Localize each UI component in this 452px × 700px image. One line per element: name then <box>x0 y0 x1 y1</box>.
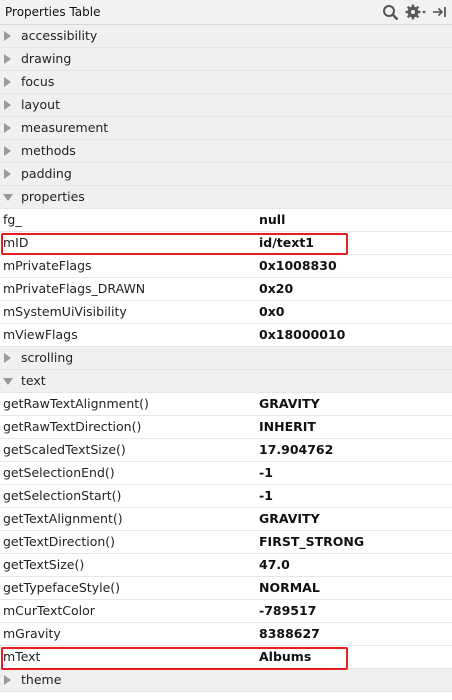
table-row[interactable]: getSelectionStart() -1 <box>0 485 452 508</box>
property-name: getSelectionEnd() <box>3 465 115 480</box>
property-value: Albums <box>259 649 312 664</box>
property-value: 8388627 <box>259 626 320 641</box>
group-label: layout <box>21 97 61 112</box>
property-value: 0x1008830 <box>259 258 337 273</box>
table-row[interactable]: getSelectionEnd() -1 <box>0 462 452 485</box>
property-value: FIRST_STRONG <box>259 534 365 549</box>
property-value: id/text1 <box>259 235 314 250</box>
panel-title: Properties Table <box>5 5 101 19</box>
group-label: measurement <box>21 120 109 135</box>
panel-header: Properties Table <box>0 0 452 25</box>
property-value: 17.904762 <box>259 442 334 457</box>
group-accessibility[interactable]: accessibility <box>0 25 452 48</box>
property-name: mPrivateFlags <box>3 258 92 273</box>
table-row[interactable]: getTypefaceStyle() NORMAL <box>0 577 452 600</box>
properties-table: accessibility drawing focus layout measu… <box>0 25 452 692</box>
table-row[interactable]: mText Albums <box>0 646 452 669</box>
group-layout[interactable]: layout <box>0 94 452 117</box>
group-label: drawing <box>21 51 72 66</box>
expand-arrow-icon[interactable] <box>4 123 11 133</box>
group-methods[interactable]: methods <box>0 140 452 163</box>
group-label: focus <box>21 74 55 89</box>
group-theme[interactable]: theme <box>0 669 452 692</box>
table-row[interactable]: mGravity 8388627 <box>0 623 452 646</box>
gear-icon[interactable] <box>405 3 427 21</box>
property-value: -1 <box>259 488 273 503</box>
group-padding[interactable]: padding <box>0 163 452 186</box>
property-value: 47.0 <box>259 557 290 572</box>
expand-arrow-icon[interactable] <box>4 675 11 685</box>
property-name: getTextDirection() <box>3 534 116 549</box>
group-scrolling[interactable]: scrolling <box>0 347 452 370</box>
property-value: GRAVITY <box>259 396 320 411</box>
table-row[interactable]: mPrivateFlags_DRAWN 0x20 <box>0 278 452 301</box>
table-row[interactable]: mPrivateFlags 0x1008830 <box>0 255 452 278</box>
table-row[interactable]: mID id/text1 <box>0 232 452 255</box>
property-value: 0x20 <box>259 281 294 296</box>
search-icon[interactable] <box>381 3 399 21</box>
property-name: mID <box>3 235 29 250</box>
group-label: accessibility <box>21 28 98 43</box>
group-drawing[interactable]: drawing <box>0 48 452 71</box>
group-measurement[interactable]: measurement <box>0 117 452 140</box>
group-label: methods <box>21 143 76 158</box>
property-value: GRAVITY <box>259 511 320 526</box>
property-name: getScaledTextSize() <box>3 442 126 457</box>
property-value: null <box>259 212 286 227</box>
property-name: mGravity <box>3 626 61 641</box>
property-value: 0x18000010 <box>259 327 346 342</box>
property-name: mPrivateFlags_DRAWN <box>3 281 146 296</box>
collapse-arrow-icon[interactable] <box>3 378 13 385</box>
table-row[interactable]: mSystemUiVisibility 0x0 <box>0 301 452 324</box>
property-name: getRawTextAlignment() <box>3 396 149 411</box>
expand-arrow-icon[interactable] <box>4 54 11 64</box>
property-name: mSystemUiVisibility <box>3 304 127 319</box>
group-label: padding <box>21 166 72 181</box>
property-value: 0x0 <box>259 304 285 319</box>
expand-arrow-icon[interactable] <box>4 31 11 41</box>
property-name: getTextAlignment() <box>3 511 123 526</box>
table-row[interactable]: fg_ null <box>0 209 452 232</box>
table-row[interactable]: mCurTextColor -789517 <box>0 600 452 623</box>
expand-arrow-icon[interactable] <box>4 77 11 87</box>
property-name: getTypefaceStyle() <box>3 580 121 595</box>
property-name: mText <box>3 649 41 664</box>
property-name: mViewFlags <box>3 327 78 342</box>
expand-arrow-icon[interactable] <box>4 146 11 156</box>
expand-arrow-icon[interactable] <box>4 353 11 363</box>
group-focus[interactable]: focus <box>0 71 452 94</box>
group-text[interactable]: text <box>0 370 452 393</box>
property-value: -1 <box>259 465 273 480</box>
property-value: -789517 <box>259 603 317 618</box>
group-label: theme <box>21 672 62 687</box>
group-label: scrolling <box>21 350 74 365</box>
table-row[interactable]: getRawTextAlignment() GRAVITY <box>0 393 452 416</box>
property-name: getSelectionStart() <box>3 488 122 503</box>
table-row[interactable]: getTextSize() 47.0 <box>0 554 452 577</box>
table-row[interactable]: getScaledTextSize() 17.904762 <box>0 439 452 462</box>
pin-right-icon[interactable] <box>432 3 448 21</box>
collapse-arrow-icon[interactable] <box>3 194 13 201</box>
group-properties[interactable]: properties <box>0 186 452 209</box>
expand-arrow-icon[interactable] <box>4 100 11 110</box>
property-name: getRawTextDirection() <box>3 419 142 434</box>
table-row[interactable]: getRawTextDirection() INHERIT <box>0 416 452 439</box>
table-row[interactable]: mViewFlags 0x18000010 <box>0 324 452 347</box>
table-row[interactable]: getTextAlignment() GRAVITY <box>0 508 452 531</box>
property-name: mCurTextColor <box>3 603 95 618</box>
group-label: text <box>21 373 46 388</box>
group-label: properties <box>21 189 85 204</box>
property-name: getTextSize() <box>3 557 85 572</box>
expand-arrow-icon[interactable] <box>4 169 11 179</box>
property-name: fg_ <box>3 212 22 227</box>
property-value: INHERIT <box>259 419 316 434</box>
property-value: NORMAL <box>259 580 320 595</box>
table-row[interactable]: getTextDirection() FIRST_STRONG <box>0 531 452 554</box>
